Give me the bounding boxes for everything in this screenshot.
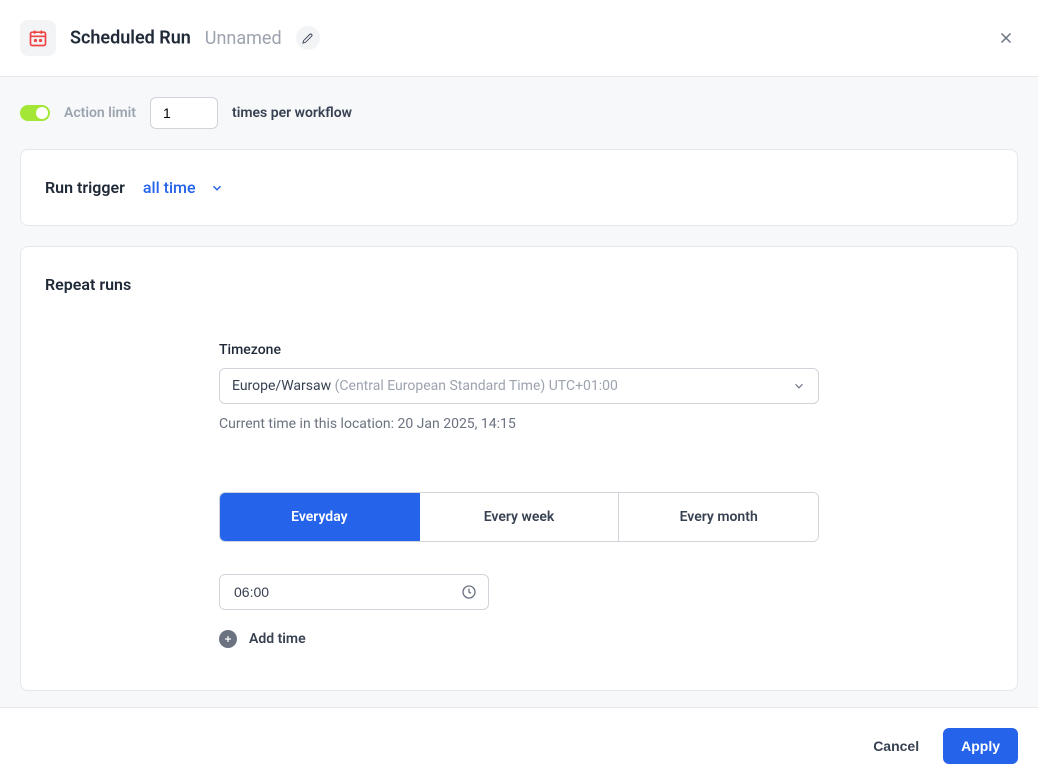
chevron-down-icon <box>210 181 224 195</box>
pencil-icon <box>302 33 313 44</box>
action-limit-suffix: times per workflow <box>232 105 352 121</box>
add-time-label: Add time <box>249 631 306 647</box>
modal-footer: Cancel Apply <box>0 707 1038 784</box>
tab-everyday[interactable]: Everyday <box>220 493 420 541</box>
run-trigger-value: all time <box>143 178 196 197</box>
modal-title: Scheduled Run <box>70 28 191 49</box>
timezone-detail: (Central European Standard Time) UTC+01:… <box>335 378 618 394</box>
repeat-runs-body: Timezone Europe/Warsaw (Central European… <box>45 342 863 648</box>
run-trigger-dropdown[interactable]: all time <box>143 178 224 197</box>
plus-icon <box>219 630 237 648</box>
action-limit-row: Action limit times per workflow <box>0 77 1038 149</box>
timezone-helper-text: Current time in this location: 20 Jan 20… <box>219 416 863 432</box>
modal-header: Scheduled Run Unnamed <box>0 0 1038 77</box>
repeat-runs-title: Repeat runs <box>45 275 993 294</box>
scheduled-run-icon <box>20 20 56 56</box>
close-icon <box>997 29 1015 47</box>
time-input[interactable] <box>219 574 489 610</box>
cancel-button[interactable]: Cancel <box>869 728 923 764</box>
action-limit-label: Action limit <box>64 105 136 121</box>
timezone-select[interactable]: Europe/Warsaw (Central European Standard… <box>219 368 819 404</box>
timezone-value: Europe/Warsaw (Central European Standard… <box>232 378 618 394</box>
modal-subtitle: Unnamed <box>205 28 282 49</box>
edit-name-button[interactable] <box>296 26 320 50</box>
chevron-down-icon <box>792 379 806 393</box>
timezone-main: Europe/Warsaw <box>232 378 335 394</box>
timezone-label: Timezone <box>219 342 863 358</box>
tab-every-month[interactable]: Every month <box>619 493 818 541</box>
apply-button[interactable]: Apply <box>943 728 1018 764</box>
time-input-group <box>219 574 489 610</box>
add-time-button[interactable]: Add time <box>219 630 863 648</box>
header-title-group: Scheduled Run Unnamed <box>70 26 320 50</box>
close-button[interactable] <box>994 26 1018 50</box>
repeat-runs-card: Repeat runs Timezone Europe/Warsaw (Cent… <box>20 246 1018 691</box>
run-trigger-card: Run trigger all time <box>20 149 1018 226</box>
action-limit-toggle[interactable] <box>20 105 50 121</box>
modal-content: Action limit times per workflow Run trig… <box>0 77 1038 707</box>
header-left: Scheduled Run Unnamed <box>20 20 320 56</box>
frequency-tabs: Everyday Every week Every month <box>219 492 819 542</box>
action-limit-input[interactable] <box>150 97 218 129</box>
run-trigger-title: Run trigger <box>45 178 125 197</box>
tab-every-week[interactable]: Every week <box>420 493 620 541</box>
